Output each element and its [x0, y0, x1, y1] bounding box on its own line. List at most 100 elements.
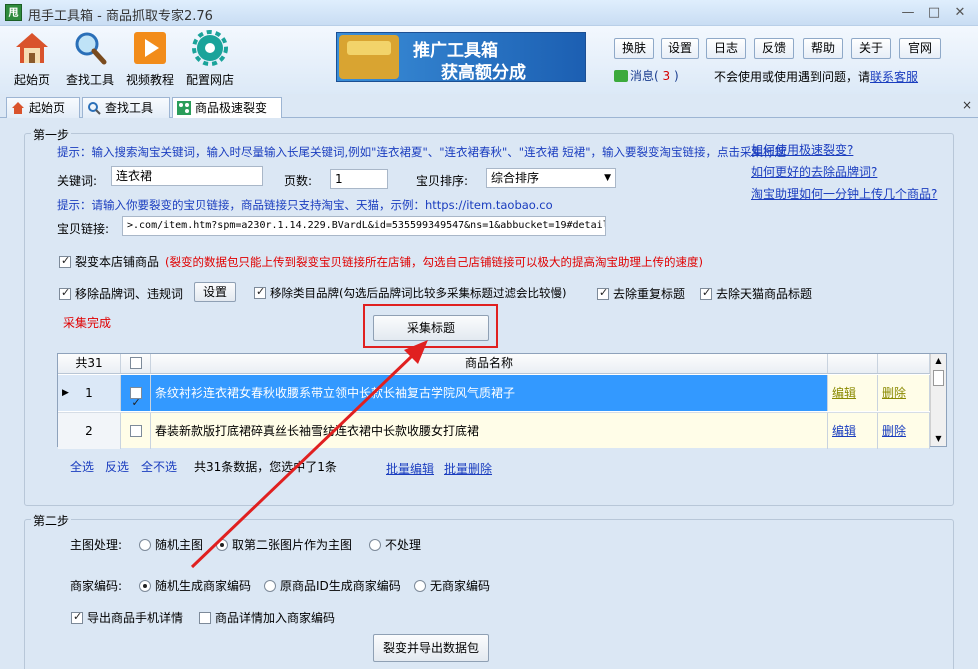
split-export-button[interactable]: 裂变并导出数据包: [373, 634, 489, 662]
keyword-input[interactable]: 连衣裙: [111, 166, 263, 186]
table-scrollbar[interactable]: ▲ ▼: [930, 354, 946, 446]
collect-titles-button[interactable]: 采集标题: [373, 315, 489, 341]
scroll-up-icon[interactable]: ▲: [931, 354, 946, 368]
row-checkbox-cell[interactable]: [121, 413, 151, 449]
tab-find-tools[interactable]: 查找工具: [82, 97, 170, 119]
play-icon: [134, 32, 166, 64]
remove-brand-checkbox[interactable]: [59, 286, 71, 300]
remove-tmall-label: 去除天猫商品标题: [716, 287, 813, 301]
scroll-thumb[interactable]: [933, 370, 944, 386]
step1-title: 第一步: [31, 126, 72, 143]
merchant-code-id-radio[interactable]: [264, 580, 276, 592]
row-edit-cell[interactable]: 编辑: [828, 413, 878, 449]
row-checkbox[interactable]: [129, 385, 142, 411]
banner-line2: 获高额分成: [441, 63, 526, 83]
log-button[interactable]: 日志: [706, 38, 746, 59]
count-header: 共31: [58, 354, 121, 373]
close-window-button[interactable]: ✕: [948, 3, 972, 23]
dedupe-checkbox[interactable]: [597, 286, 609, 300]
remove-category-option[interactable]: 移除类目品牌(勾选后品牌词比较多采集标题过滤会比较慢): [254, 285, 566, 301]
main-image-second-option[interactable]: 取第二张图片作为主图: [216, 536, 352, 553]
about-button[interactable]: 关于: [851, 38, 891, 59]
toolbar-find-tools-button[interactable]: 查找工具: [60, 28, 120, 92]
row-delete-cell[interactable]: 删除: [878, 413, 930, 449]
keyword-label: 关键词:: [57, 174, 98, 188]
help-button[interactable]: 帮助: [803, 38, 843, 59]
merchant-code-random-radio[interactable]: [139, 580, 151, 592]
toolbar-home-button[interactable]: 起始页: [2, 28, 62, 92]
toolbar-config-shop-button[interactable]: 配置网店: [180, 28, 240, 92]
settings-button[interactable]: 设置: [661, 38, 699, 59]
row-edit-link[interactable]: 编辑: [832, 386, 856, 400]
export-mobile-checkbox[interactable]: [71, 610, 83, 624]
promo-banner[interactable]: 推广工具箱 获高额分成: [336, 32, 586, 83]
main-image-none-option[interactable]: 不处理: [369, 536, 421, 553]
row-delete-link[interactable]: 删除: [882, 386, 906, 400]
batch-edit-link[interactable]: 批量编辑: [386, 460, 434, 477]
main-image-label: 主图处理:: [70, 538, 123, 552]
batch-delete-link[interactable]: 批量删除: [444, 460, 492, 477]
close-tab-icon[interactable]: ×: [962, 98, 972, 112]
table-row[interactable]: 2 春装新款版打底裙碎真丝长袖雪纺连衣裙中长款收腰女打底裙 编辑 删除: [58, 412, 930, 449]
select-all-header[interactable]: [121, 354, 151, 373]
export-mobile-option[interactable]: 导出商品手机详情: [71, 609, 183, 626]
shop-only-checkbox[interactable]: [59, 254, 71, 268]
product-link-input[interactable]: >.com/item.htm?spm=a230r.1.14.229.BVardL…: [122, 216, 606, 236]
messages-link[interactable]: 消息( 3 ): [614, 67, 679, 84]
dedupe-option[interactable]: 去除重复标题: [597, 285, 685, 302]
select-none-link[interactable]: 全不选: [141, 458, 177, 475]
scroll-down-icon[interactable]: ▼: [931, 432, 946, 446]
contact-support-link[interactable]: 联系客服: [870, 70, 918, 84]
row-edit-link[interactable]: 编辑: [832, 424, 856, 438]
row-delete-link[interactable]: 删除: [882, 424, 906, 438]
step2-title: 第二步: [31, 512, 72, 529]
brand-settings-button[interactable]: 设置: [194, 282, 236, 302]
shop-only-option[interactable]: 裂变本店铺商品 (裂变的数据包只能上传到裂变宝贝链接所在店铺，勾选自己店铺链接可以…: [59, 253, 703, 270]
merchant-code-none-radio[interactable]: [414, 580, 426, 592]
main-image-none-radio[interactable]: [369, 539, 381, 551]
remove-brand-option[interactable]: 移除品牌词、违规词: [59, 285, 183, 302]
shop-only-label: 裂变本店铺商品: [75, 255, 160, 269]
message-icon: [614, 70, 628, 82]
remove-tmall-option[interactable]: 去除天猫商品标题: [700, 285, 812, 302]
tab-home[interactable]: 起始页: [6, 97, 80, 119]
row-pointer-icon: ▶: [62, 388, 69, 398]
row-product-name[interactable]: 春装新款版打底裙碎真丝长袖雪纺连衣裙中长款收腰女打底裙: [151, 413, 828, 449]
row-checkbox[interactable]: [129, 425, 142, 437]
main-image-random-option[interactable]: 随机主图: [139, 536, 203, 553]
help-link-brand[interactable]: 如何更好的去除品牌词?: [751, 163, 877, 180]
skin-button[interactable]: 换肤: [614, 38, 654, 59]
minimize-button[interactable]: —: [896, 3, 920, 23]
row-edit-cell[interactable]: 编辑: [828, 375, 878, 411]
treasure-chest-icon: [339, 35, 399, 79]
row-product-name[interactable]: 条纹衬衫连衣裙女春秋收腰系带立领中长款长袖复古学院风气质裙子: [151, 375, 828, 411]
add-code-checkbox[interactable]: [199, 612, 211, 624]
select-all-link[interactable]: 全选: [70, 458, 94, 475]
sort-select[interactable]: 综合排序 ▼: [486, 168, 616, 188]
product-table: 共31 商品名称 ▶1 条纹衬衫连衣裙女春秋收腰系带立领中长款长袖复古学院风气质…: [57, 353, 947, 449]
row-checkbox-cell[interactable]: [121, 375, 151, 411]
selection-summary: 共31条数据，您选中了1条: [194, 460, 337, 474]
remove-category-checkbox[interactable]: [254, 285, 266, 299]
merchant-code-id-option[interactable]: 原商品ID生成商家编码: [264, 577, 401, 594]
website-button[interactable]: 官网: [899, 38, 941, 59]
feedback-button[interactable]: 反馈: [754, 38, 794, 59]
invert-selection-link[interactable]: 反选: [105, 458, 129, 475]
toolbar-find-tools-label: 查找工具: [65, 73, 114, 87]
help-link-upload[interactable]: 淘宝助理如何一分钟上传几个商品?: [751, 185, 937, 202]
table-header: 共31 商品名称: [58, 354, 946, 374]
main-image-second-radio[interactable]: [216, 539, 228, 551]
row-delete-cell[interactable]: 删除: [878, 375, 930, 411]
main-image-random-radio[interactable]: [139, 539, 151, 551]
remove-tmall-checkbox[interactable]: [700, 286, 712, 300]
table-row[interactable]: ▶1 条纹衬衫连衣裙女春秋收腰系带立领中长款长袖复古学院风气质裙子 编辑 删除: [58, 375, 930, 411]
help-link-split[interactable]: 如何使用极速裂变?: [751, 141, 853, 158]
merchant-code-random-option[interactable]: 随机生成商家编码: [139, 577, 251, 594]
maximize-button[interactable]: □: [922, 3, 946, 23]
tab-product-split[interactable]: 商品极速裂变: [172, 97, 282, 120]
header-checkbox[interactable]: [129, 357, 142, 369]
toolbar-video-button[interactable]: 视频教程: [120, 28, 180, 92]
merchant-code-none-option[interactable]: 无商家编码: [414, 577, 490, 594]
add-code-option[interactable]: 商品详情加入商家编码: [199, 609, 335, 626]
pages-input[interactable]: 1: [330, 169, 388, 189]
